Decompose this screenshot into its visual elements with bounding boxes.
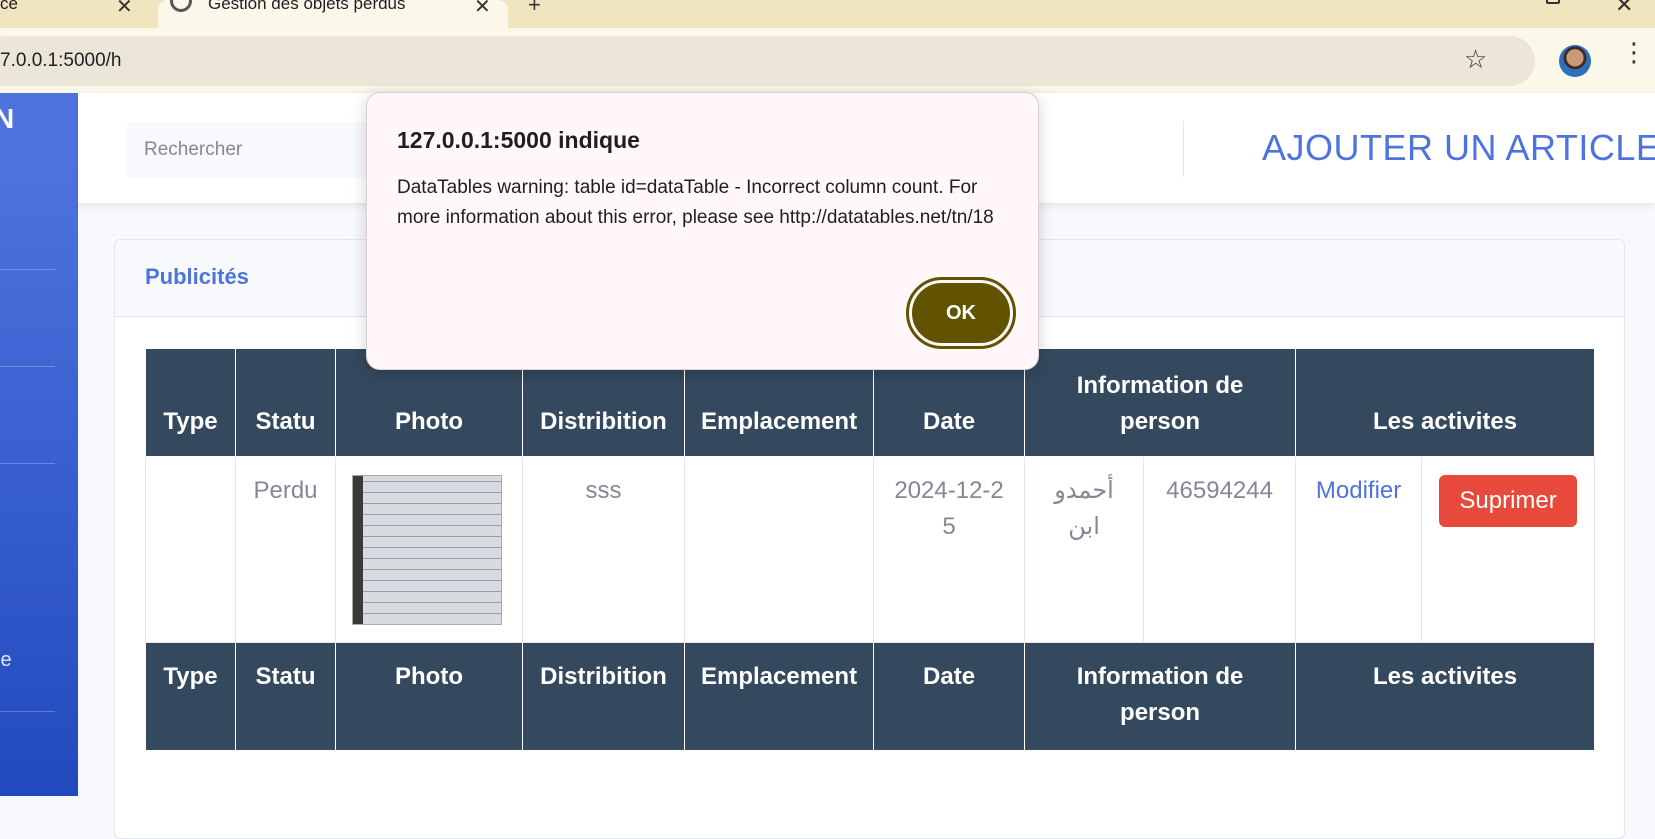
close-icon[interactable]: ✕ <box>474 0 491 19</box>
modifier-link[interactable]: Modifier <box>1316 477 1401 504</box>
footer-header-emplacement: Emplacement <box>683 642 875 751</box>
maximize-icon[interactable] <box>1546 0 1560 4</box>
footer-header-distribition: Distribition <box>522 642 685 751</box>
sidebar-item-label[interactable]: le <box>0 649 12 672</box>
profile-avatar[interactable] <box>1559 45 1591 77</box>
sidebar-divider <box>0 463 55 464</box>
card-title: Publicités <box>145 264 249 289</box>
cell-distribition: sss <box>522 456 685 643</box>
cell-photo <box>335 456 523 643</box>
browser-toolbar: 7.0.0.1:5000/h ☆ ⋮ <box>0 28 1655 93</box>
bookmark-star-icon[interactable]: ☆ <box>1464 44 1487 75</box>
cell-modifier: Modifier <box>1295 456 1423 643</box>
item-photo[interactable] <box>352 475 502 625</box>
table-row: Perdu sss 2024-12-25 أحمدو ابن 46594244 … <box>145 456 1596 643</box>
supprimer-button[interactable]: Suprimer <box>1439 475 1577 527</box>
dialog-title: 127.0.0.1:5000 indique <box>397 127 640 153</box>
add-article-button[interactable]: AJOUTER UN ARTICLE <box>1262 127 1655 169</box>
url-text[interactable]: 7.0.0.1:5000/h <box>0 50 122 72</box>
more-menu-icon[interactable]: ⋮ <box>1621 39 1647 65</box>
ok-button[interactable]: OK <box>906 277 1016 349</box>
sidebar-divider <box>0 269 55 270</box>
favicon-icon <box>170 0 192 12</box>
cell-date: 2024-12-25 <box>873 456 1026 643</box>
cell-person-name: أحمدو ابن <box>1024 456 1145 643</box>
footer-header-photo: Photo <box>335 642 523 751</box>
cell-emplacement <box>683 456 875 643</box>
sidebar-brand[interactable]: N <box>0 103 14 135</box>
alert-dialog: 127.0.0.1:5000 indique DataTables warnin… <box>366 92 1039 370</box>
footer-header-activites: Les activites <box>1295 642 1596 751</box>
dialog-message: DataTables warning: table id=dataTable -… <box>397 177 994 228</box>
person-name: أحمدو ابن <box>1054 477 1114 540</box>
close-icon[interactable]: ✕ <box>116 0 133 19</box>
address-bar[interactable]: 7.0.0.1:5000/h ☆ <box>0 36 1535 86</box>
column-header-statu[interactable]: Statu <box>235 348 336 457</box>
column-header-person-info[interactable]: Information de person <box>1024 348 1297 457</box>
column-header-activites[interactable]: Les activites <box>1295 348 1596 457</box>
new-tab-icon[interactable]: + <box>528 0 541 18</box>
footer-header-type: Type <box>145 642 236 751</box>
tab-label: ce <box>0 0 18 13</box>
tab-label: Gestion des objets perdus <box>208 0 406 13</box>
browser-tab-previous[interactable]: ce ✕ <box>0 0 150 28</box>
column-header-type[interactable]: Type <box>145 348 236 457</box>
topbar-divider <box>1183 121 1184 177</box>
cell-person-phone: 46594244 <box>1143 456 1297 643</box>
footer-header-date: Date <box>873 642 1026 751</box>
cell-statu: Perdu <box>235 456 336 643</box>
browser-tab-active[interactable]: Gestion des objets perdus ✕ <box>158 0 508 28</box>
date-value: 2024-12-25 <box>894 477 1004 540</box>
footer-header-statu: Statu <box>235 642 336 751</box>
cell-type <box>145 456 236 643</box>
table-footer-row: Type Statu Photo Distribition Emplacemen… <box>145 642 1596 751</box>
sidebar-divider <box>0 711 55 712</box>
browser-tabstrip: ce ✕ Gestion des objets perdus ✕ + ✕ <box>0 0 1655 28</box>
cell-supprimer: Suprimer <box>1421 456 1596 643</box>
sidebar-divider <box>0 366 55 367</box>
sidebar: N le <box>0 93 78 796</box>
window-close-icon[interactable]: ✕ <box>1615 0 1633 18</box>
footer-header-person-info: Information de person <box>1024 642 1297 751</box>
data-table: Type Statu Photo Distribition Emplacemen… <box>145 348 1596 751</box>
